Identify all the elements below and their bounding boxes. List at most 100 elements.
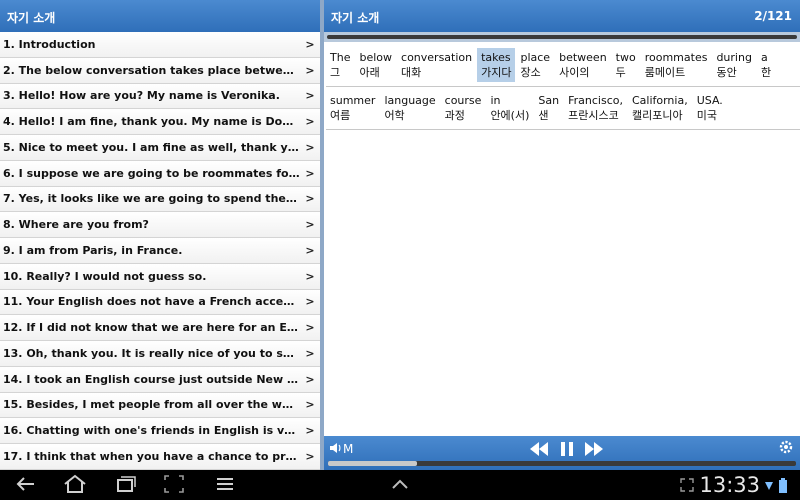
word-english: San: [538, 94, 560, 107]
menu-icon: [217, 478, 233, 490]
word-chip[interactable]: during 동안: [712, 48, 756, 82]
sentence-list-item-label: 13. Oh, thank you. It is really nice of …: [3, 346, 300, 360]
pause-button[interactable]: [560, 440, 574, 462]
sentence-list-item[interactable]: 10. Really? I would not guess so. >: [0, 263, 320, 290]
sentence-list-item-label: 12. If I did not know that we are here f…: [3, 321, 300, 335]
app-window: 자기 소개 1. Introduction >2. The below conve…: [0, 0, 800, 470]
word-english: Francisco,: [568, 94, 623, 107]
word-korean: 룸메이트: [644, 66, 686, 79]
word-korean: 미국: [696, 109, 717, 122]
word-korean: 아래: [359, 66, 380, 79]
sentence-list-item-label: 14. I took an English course just outsid…: [3, 372, 300, 386]
word-chip[interactable]: California, 캘리포니아: [627, 91, 692, 125]
sentence-list-item[interactable]: 1. Introduction >: [0, 32, 320, 58]
sentence-list-item[interactable]: 7. Yes, it looks like we are going to sp…: [0, 186, 320, 213]
word-chip[interactable]: The 그: [326, 48, 355, 82]
recent-apps-icon: [117, 476, 136, 492]
word-chip[interactable]: language 어학: [380, 91, 440, 125]
sentence-list-item[interactable]: 12. If I did not know that we are here f…: [0, 315, 320, 341]
back-button[interactable]: [14, 474, 36, 499]
word-chip[interactable]: below 아래: [355, 48, 397, 82]
sentence-list-item-label: 2. The below conversation takes place be…: [3, 63, 300, 77]
word-english: two: [615, 51, 636, 64]
sentence-list-item-label: 16. Chatting with one's friends in Engli…: [3, 424, 300, 438]
chevron-right-icon: >: [305, 449, 315, 463]
sentence-list-item[interactable]: 16. Chatting with one's friends in Engli…: [0, 418, 320, 444]
rewind-button[interactable]: [529, 440, 549, 462]
playback-seekbar-fill: [328, 461, 417, 466]
word-korean: 과정: [444, 109, 465, 122]
sentence-list-item[interactable]: 5. Nice to meet you. I am fine as well, …: [0, 135, 320, 161]
word-chip[interactable]: San 샌: [534, 91, 564, 125]
sentence-list-item[interactable]: 11. Your English does not have a French …: [0, 289, 320, 316]
sentence-line-1: The 그 below 아래 conversation 대화 takes 가지다 place 장소…: [326, 45, 800, 87]
battery-icon: [778, 478, 788, 497]
sentence-list: 1. Introduction > 2. The below conversatio…: [0, 32, 320, 470]
word-chip[interactable]: takes 가지다: [477, 48, 516, 82]
chevron-right-icon: >: [305, 166, 315, 180]
sentence-detail-panel: 자기 소개 2/121 The 그 below 아래 conversation 대화 tak…: [324, 0, 800, 470]
screenshot-button[interactable]: [163, 474, 185, 499]
sentence-list-item[interactable]: 14. I took an English course just outsid…: [0, 366, 320, 393]
word-english: USA.: [696, 94, 723, 107]
playback-seekbar[interactable]: [328, 461, 796, 466]
sentence-list-item[interactable]: 15. Besides, I met people from all over …: [0, 392, 320, 419]
word-chip[interactable]: place 장소: [516, 48, 555, 82]
word-english: between: [559, 51, 607, 64]
word-chip[interactable]: between 사이의: [555, 48, 611, 82]
word-chip[interactable]: in 안에(서): [486, 91, 534, 125]
word-chip[interactable]: Francisco, 프란시스코: [564, 91, 627, 125]
top-progress: [324, 32, 800, 42]
word-english: conversation: [401, 51, 473, 64]
home-icon: [64, 474, 86, 493]
word-korean: 그: [330, 66, 341, 79]
word-english: place: [520, 51, 551, 64]
chevron-right-icon: >: [305, 37, 315, 51]
sentence-list-item[interactable]: 4. Hello! I am fine, thank you. My name …: [0, 109, 320, 135]
fast-forward-button[interactable]: [584, 440, 604, 462]
notification-shade-button[interactable]: [389, 474, 411, 499]
settings-button[interactable]: [778, 439, 794, 459]
word-chip[interactable]: course 과정: [440, 91, 486, 125]
word-chip[interactable]: USA. 미국: [692, 91, 727, 125]
expand-icon: [680, 478, 694, 495]
word-english: language: [384, 94, 436, 107]
word-chip[interactable]: roommates 룸메이트: [640, 48, 712, 82]
word-korean: 안에(서): [490, 109, 530, 122]
speaker-toggle[interactable]: M: [329, 441, 353, 456]
word-chip[interactable]: a한: [756, 48, 776, 82]
back-icon: [16, 477, 34, 491]
sentence-list-item[interactable]: 6. I suppose we are going to be roommate…: [0, 160, 320, 187]
recent-apps-button[interactable]: [115, 474, 137, 499]
word-korean: 대화: [401, 66, 422, 79]
chevron-right-icon: >: [305, 295, 315, 309]
word-english: roommates: [644, 51, 708, 64]
word-korean: 어학: [384, 109, 405, 122]
word-chip[interactable]: summer 여름: [326, 91, 380, 125]
sentence-list-item-label: 10. Really? I would not guess so.: [3, 269, 207, 283]
word-korean: 여름: [330, 109, 351, 122]
sentence-list-item[interactable]: 2. The below conversation takes place be…: [0, 57, 320, 84]
word-english: course: [444, 94, 482, 107]
sentence-list-panel: 자기 소개 1. Introduction >2. The below conve…: [0, 0, 320, 470]
sentence-list-item[interactable]: 17. I think that when you have a chance …: [0, 444, 320, 470]
menu-button[interactable]: [214, 474, 236, 499]
sentence-list-item[interactable]: 8. Where are you from? >: [0, 212, 320, 238]
sentence-list-item-label: 7. Yes, it looks like we are going to sp…: [3, 192, 300, 206]
sentence-list-item[interactable]: 3. Hello! How are you? My name is Veroni…: [0, 83, 320, 110]
top-progress-track: [327, 35, 797, 39]
sentence-list-item[interactable]: 13. Oh, thank you. It is really nice of …: [0, 341, 320, 367]
chevron-right-icon: >: [305, 115, 315, 129]
sentence-counter: 2/121: [754, 9, 792, 23]
word-chip[interactable]: conversation 대화: [397, 48, 477, 82]
chevron-right-icon: >: [305, 192, 315, 206]
word-english: a: [760, 51, 768, 64]
speaker-label: M: [343, 442, 354, 456]
home-button[interactable]: [62, 474, 88, 499]
word-chip[interactable]: two 두: [611, 48, 640, 82]
word-korean: 장소: [520, 66, 541, 79]
chevron-right-icon: >: [305, 243, 315, 257]
sentence-list-item[interactable]: 9. I am from Paris, in France. >: [0, 238, 320, 264]
word-korean: 두: [615, 66, 626, 79]
sentence-list-item-label: 6. I suppose we are going to be roommate…: [3, 166, 300, 180]
